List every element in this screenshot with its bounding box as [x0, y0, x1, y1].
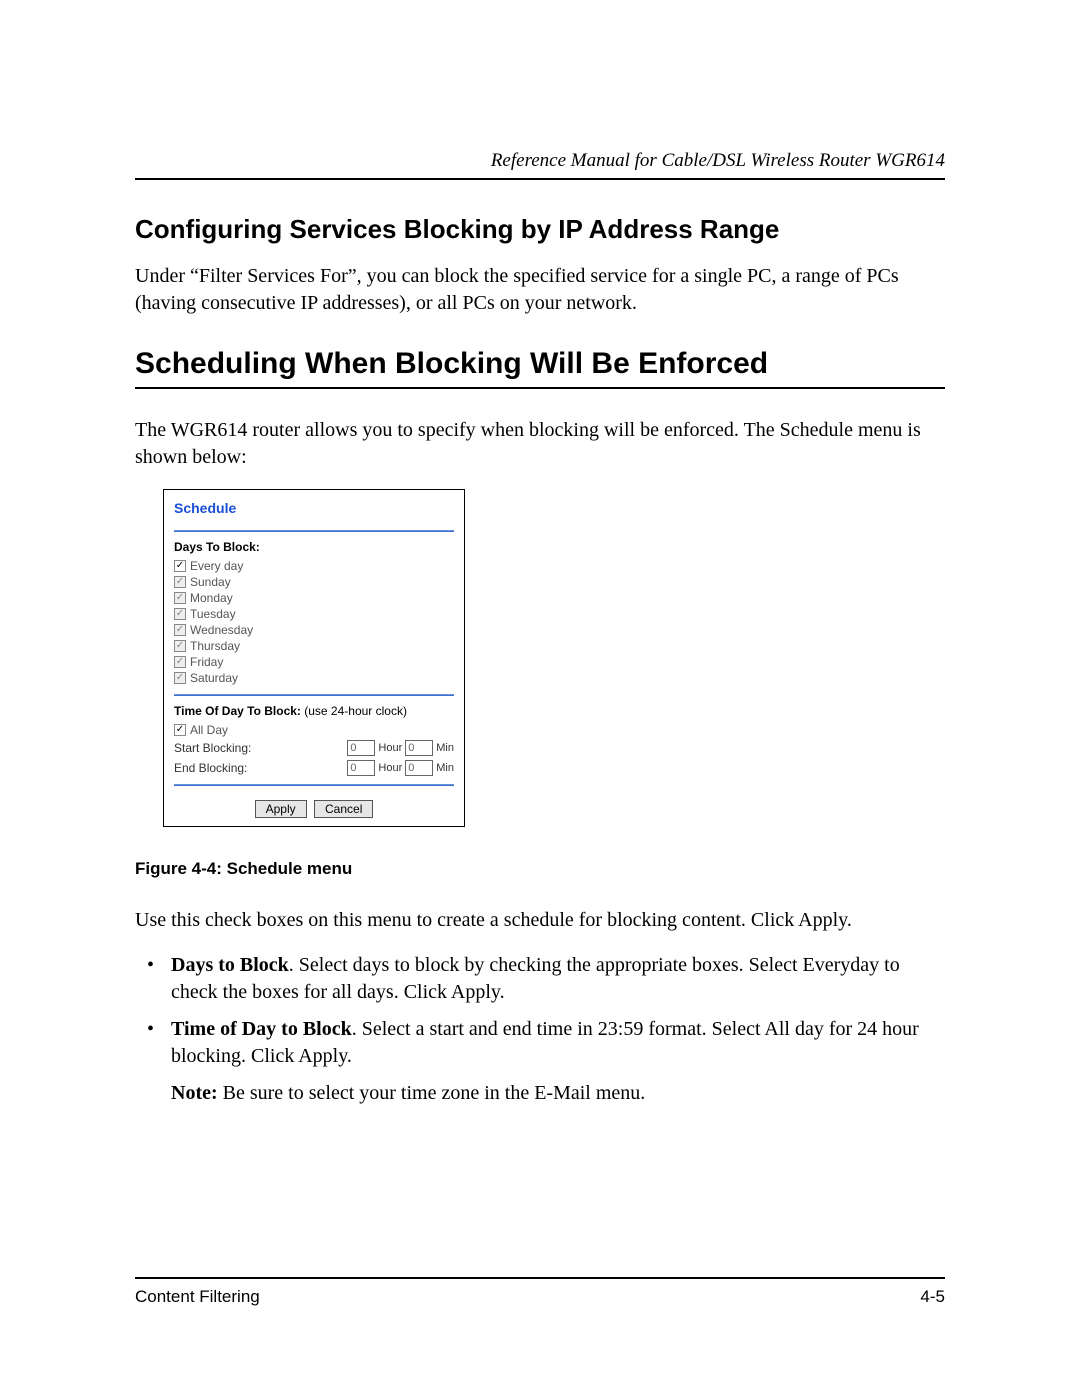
list-item: Days to Block. Select days to block by c…: [135, 952, 945, 1006]
panel-separator: [174, 694, 454, 696]
header-rule: [135, 178, 945, 180]
body-paragraph: Under “Filter Services For”, you can blo…: [135, 263, 945, 317]
checkbox-row-wednesday: ✓ Wednesday: [174, 622, 454, 638]
checkbox-row-saturday: ✓ Saturday: [174, 670, 454, 686]
end-hour-input[interactable]: 0: [347, 760, 375, 776]
checkbox-label: Every day: [190, 559, 243, 573]
checkbox-icon: ✓: [174, 592, 186, 604]
checkbox-row-thursday: ✓ Thursday: [174, 638, 454, 654]
min-unit: Min: [436, 762, 454, 774]
apply-button[interactable]: Apply: [255, 800, 307, 818]
start-min-input[interactable]: 0: [405, 740, 433, 756]
bullet-list: Days to Block. Select days to block by c…: [135, 952, 945, 1070]
page-footer: Content Filtering 4-5: [135, 1269, 945, 1307]
footer-section-name: Content Filtering: [135, 1287, 260, 1307]
min-unit: Min: [436, 742, 454, 754]
checkbox-icon: ✓: [174, 672, 186, 684]
checkbox-icon[interactable]: ✓: [174, 560, 186, 572]
end-blocking-row: End Blocking: 0 Hour 0 Min: [174, 758, 454, 778]
checkbox-icon: ✓: [174, 640, 186, 652]
panel-separator: [174, 784, 454, 786]
figure-caption: Figure 4-4: Schedule menu: [135, 859, 945, 879]
checkbox-label: Saturday: [190, 671, 238, 685]
cancel-button[interactable]: Cancel: [314, 800, 373, 818]
note-paragraph: Note: Be sure to select your time zone i…: [135, 1080, 945, 1107]
checkbox-row-tuesday: ✓ Tuesday: [174, 606, 454, 622]
checkbox-label: Friday: [190, 655, 223, 669]
schedule-panel: Schedule Days To Block: ✓ Every day ✓ Su…: [163, 489, 465, 827]
checkbox-row-friday: ✓ Friday: [174, 654, 454, 670]
end-min-input[interactable]: 0: [405, 760, 433, 776]
section-heading: Scheduling When Blocking Will Be Enforce…: [135, 347, 945, 381]
hour-unit: Hour: [378, 762, 402, 774]
checkbox-row-monday: ✓ Monday: [174, 590, 454, 606]
start-blocking-row: Start Blocking: 0 Hour 0 Min: [174, 738, 454, 758]
checkbox-label: All Day: [190, 723, 228, 737]
panel-separator: [174, 530, 454, 532]
checkbox-icon: ✓: [174, 624, 186, 636]
checkbox-icon: ✓: [174, 656, 186, 668]
checkbox-row-sunday: ✓ Sunday: [174, 574, 454, 590]
subsection-heading: Configuring Services Blocking by IP Addr…: [135, 214, 945, 245]
list-item: Time of Day to Block. Select a start and…: [135, 1016, 945, 1070]
end-blocking-label: End Blocking:: [174, 761, 247, 775]
body-paragraph: Use this check boxes on this menu to cre…: [135, 907, 945, 934]
checkbox-label: Monday: [190, 591, 233, 605]
checkbox-row-everyday[interactable]: ✓ Every day: [174, 558, 454, 574]
section-rule: [135, 387, 945, 389]
hour-unit: Hour: [378, 742, 402, 754]
checkbox-label: Sunday: [190, 575, 231, 589]
footer-page-number: 4-5: [920, 1287, 945, 1307]
checkbox-icon: ✓: [174, 576, 186, 588]
days-to-block-label: Days To Block:: [174, 540, 454, 554]
manual-page: Reference Manual for Cable/DSL Wireless …: [0, 0, 1080, 1397]
panel-title: Schedule: [174, 500, 454, 516]
checkbox-label: Thursday: [190, 639, 240, 653]
checkbox-icon: ✓: [174, 608, 186, 620]
checkbox-label: Wednesday: [190, 623, 253, 637]
start-blocking-label: Start Blocking:: [174, 741, 251, 755]
checkbox-label: Tuesday: [190, 607, 236, 621]
running-header: Reference Manual for Cable/DSL Wireless …: [135, 150, 945, 172]
start-hour-input[interactable]: 0: [347, 740, 375, 756]
checkbox-row-allday[interactable]: ✓ All Day: [174, 722, 454, 738]
time-of-day-label: Time Of Day To Block: (use 24-hour clock…: [174, 704, 454, 718]
body-paragraph: The WGR614 router allows you to specify …: [135, 417, 945, 471]
checkbox-icon[interactable]: ✓: [174, 724, 186, 736]
